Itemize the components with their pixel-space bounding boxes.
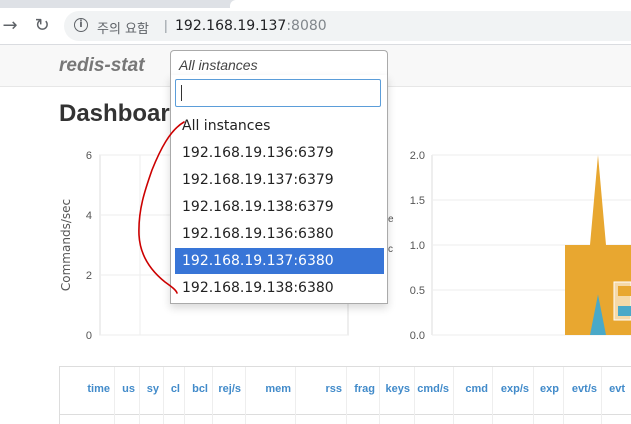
dropdown-option[interactable]: 192.168.19.138:6379 bbox=[175, 194, 384, 220]
chart1-ylabel: Commands/sec bbox=[59, 199, 73, 291]
table-header-evts[interactable]: evt/s bbox=[572, 383, 597, 395]
table-column-divider bbox=[295, 367, 296, 424]
table-header-cmds[interactable]: cmd/s bbox=[417, 383, 449, 395]
stats-table: time us sy cl bcl rej/s mem rss frag keys cmd/s cmd… bbox=[59, 366, 631, 424]
dropdown-option[interactable]: 192.168.19.138:6380 bbox=[175, 275, 384, 301]
table-column-divider bbox=[212, 367, 213, 424]
dropdown-option[interactable]: 192.168.19.136:6380 bbox=[175, 221, 384, 247]
chart2-legend-swatch-1 bbox=[618, 286, 631, 296]
table-header-exp[interactable]: exp bbox=[540, 383, 559, 395]
table-column-divider bbox=[346, 367, 347, 424]
chart1-tick-label: 6 bbox=[86, 150, 92, 162]
dropdown-option[interactable]: 192.168.19.136:6379 bbox=[175, 140, 384, 166]
table-column-divider bbox=[414, 367, 415, 424]
chart2-legend-swatch-2 bbox=[618, 306, 631, 316]
chart2-tick-label: 2.0 bbox=[410, 150, 425, 162]
table-column-divider bbox=[492, 367, 493, 424]
table-column-divider bbox=[163, 367, 164, 424]
chart2-ylabel-fragment: c bbox=[388, 244, 393, 255]
chart1-tick-label: 2 bbox=[86, 270, 92, 282]
dropdown-option[interactable]: 192.168.19.137:6379 bbox=[175, 167, 384, 193]
table-header-rejs[interactable]: rej/s bbox=[218, 383, 241, 395]
table-header-rss[interactable]: rss bbox=[325, 383, 342, 395]
chart2-tick-label: 0.5 bbox=[410, 285, 425, 297]
chart1-tick-label: 0 bbox=[86, 330, 92, 342]
table-column-divider bbox=[139, 367, 140, 424]
table-header-exps[interactable]: exp/s bbox=[501, 383, 529, 395]
table-header-frag[interactable]: frag bbox=[354, 383, 375, 395]
table-header-cmd[interactable]: cmd bbox=[465, 383, 488, 395]
table-column-divider bbox=[184, 367, 185, 424]
instance-dropdown: All instances 192.168.19.136:6379 192.168.… bbox=[170, 75, 388, 304]
instance-search-input[interactable] bbox=[175, 79, 381, 107]
chart1-tick-label: 4 bbox=[86, 210, 92, 222]
table-header-mem[interactable]: mem bbox=[265, 383, 291, 395]
table-header-evt[interactable]: evt bbox=[609, 383, 625, 395]
dropdown-option[interactable]: All instances bbox=[175, 113, 384, 139]
table-column-divider bbox=[563, 367, 564, 424]
table-header-cl[interactable]: cl bbox=[171, 383, 180, 395]
table-header-time[interactable]: time bbox=[87, 383, 110, 395]
table-column-divider bbox=[453, 367, 454, 424]
table-header-bcl[interactable]: bcl bbox=[192, 383, 208, 395]
text-caret bbox=[181, 85, 182, 101]
chart2-ylabel-fragment: e bbox=[388, 214, 394, 225]
table-header-sy[interactable]: sy bbox=[147, 383, 159, 395]
table-header-keys[interactable]: keys bbox=[386, 383, 410, 395]
chart2-tick-label: 1.0 bbox=[410, 240, 425, 252]
table-column-divider bbox=[379, 367, 380, 424]
dropdown-option[interactable]: 192.168.19.137:6380 bbox=[175, 248, 384, 274]
chart2-tick-label: 1.5 bbox=[410, 195, 425, 207]
table-column-divider bbox=[601, 367, 602, 424]
chart2-tick-label: 0.0 bbox=[410, 330, 425, 342]
table-header-us[interactable]: us bbox=[122, 383, 135, 395]
table-column-divider bbox=[245, 367, 246, 424]
table-column-divider bbox=[114, 367, 115, 424]
table-column-divider bbox=[533, 367, 534, 424]
